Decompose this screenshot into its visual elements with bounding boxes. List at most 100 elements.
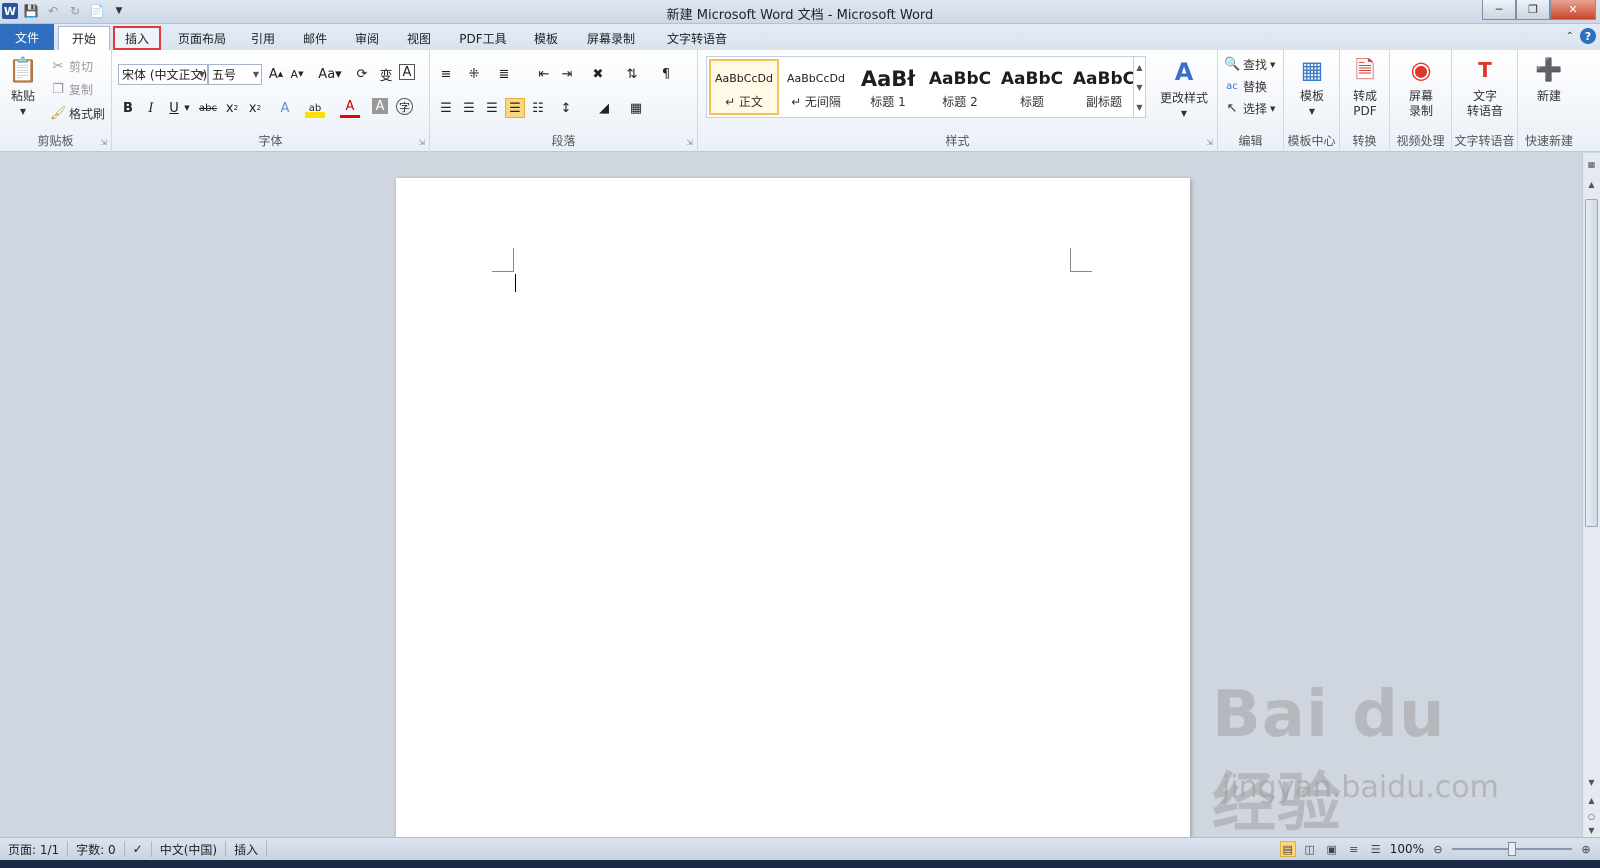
show-marks-icon[interactable]: ¶ bbox=[656, 64, 676, 84]
style-heading-2[interactable]: AaBbC 标题 2 bbox=[925, 59, 995, 115]
minimize-button[interactable]: ─ bbox=[1482, 0, 1516, 20]
previous-page-icon[interactable]: ▲ bbox=[1585, 793, 1598, 807]
tab-pdf-tools[interactable]: PDF工具 bbox=[452, 26, 514, 50]
multilevel-list-icon[interactable]: ≣ bbox=[494, 64, 514, 84]
vertical-scrollbar[interactable]: ▦ ▲ ▼ ▲ ○ ▼ bbox=[1582, 153, 1600, 837]
style-heading-1[interactable]: AaBł 标题 1 bbox=[853, 59, 923, 115]
tab-mailings[interactable]: 邮件 bbox=[294, 26, 336, 50]
select-button[interactable]: ↖ 选择 ▼ bbox=[1224, 100, 1276, 117]
zoom-slider[interactable] bbox=[1452, 842, 1572, 856]
tab-file[interactable]: 文件 bbox=[0, 24, 54, 50]
style-normal[interactable]: AaBbCcDd ↵ 正文 bbox=[709, 59, 779, 115]
tab-page-layout[interactable]: 页面布局 bbox=[170, 26, 234, 50]
line-spacing-icon[interactable]: ↕ bbox=[556, 98, 576, 118]
zoom-slider-handle[interactable] bbox=[1508, 842, 1516, 856]
tab-view[interactable]: 视图 bbox=[398, 26, 440, 50]
shading-icon[interactable]: ◢ bbox=[594, 98, 614, 118]
sort-icon[interactable]: ⇅ bbox=[622, 64, 642, 84]
clear-formatting-icon[interactable]: ⟳ bbox=[352, 64, 372, 84]
justify-icon[interactable]: ☰ bbox=[505, 98, 525, 118]
bold-icon[interactable]: B bbox=[118, 98, 138, 118]
page-count[interactable]: 页面: 1/1 bbox=[0, 841, 69, 857]
text-effects-icon[interactable]: A bbox=[275, 98, 295, 118]
font-name-combo[interactable]: 宋体 (中文正文) ▼ bbox=[118, 64, 208, 85]
copy-button[interactable]: ❐ 复制 bbox=[50, 81, 93, 98]
insert-mode[interactable]: 插入 bbox=[226, 841, 268, 857]
bullets-icon[interactable]: ≡ bbox=[436, 64, 456, 84]
change-case-icon[interactable]: Aa▾ bbox=[317, 64, 343, 84]
decrease-indent-icon[interactable]: ⇤ bbox=[534, 64, 554, 84]
maximize-button[interactable]: ❐ bbox=[1516, 0, 1550, 20]
styles-scroll[interactable]: ▲ ▼ ▼ bbox=[1133, 57, 1145, 117]
draft-view-icon[interactable]: ☰ bbox=[1368, 841, 1384, 857]
paste-button[interactable]: 📋 粘贴 ▼ bbox=[6, 54, 40, 119]
borders-icon[interactable]: ▦ bbox=[626, 98, 646, 118]
font-color-icon[interactable]: A bbox=[340, 98, 360, 118]
dialog-launcher-icon[interactable]: ⇲ bbox=[100, 138, 107, 147]
style-no-spacing[interactable]: AaBbCcDd ↵ 无间隔 bbox=[781, 59, 851, 115]
cut-button[interactable]: ✂ 剪切 bbox=[50, 58, 93, 75]
numbering-icon[interactable]: ⁜ bbox=[464, 64, 484, 84]
subscript-icon[interactable]: x2 bbox=[222, 98, 242, 118]
next-page-icon[interactable]: ▼ bbox=[1585, 823, 1598, 837]
minimize-ribbon-icon[interactable]: ⌃ bbox=[1566, 31, 1574, 42]
tab-templates[interactable]: 模板 bbox=[524, 26, 568, 50]
browse-object-icon[interactable]: ○ bbox=[1585, 809, 1598, 823]
align-center-icon[interactable]: ☰ bbox=[459, 98, 479, 118]
font-size-combo[interactable]: 五号 ▼ bbox=[208, 64, 262, 85]
close-button[interactable]: ✕ bbox=[1550, 0, 1596, 20]
proofing-icon[interactable]: ✓ bbox=[125, 841, 152, 857]
increase-indent-icon[interactable]: ⇥ bbox=[557, 64, 577, 84]
new-document-button[interactable]: ➕ 新建 bbox=[1531, 54, 1567, 104]
convert-pdf-button[interactable]: 🗎 转成 PDF bbox=[1347, 54, 1383, 119]
text-to-speech-button[interactable]: T 文字 转语音 bbox=[1463, 54, 1507, 119]
outline-view-icon[interactable]: ≡ bbox=[1346, 841, 1362, 857]
strikethrough-icon[interactable]: abc bbox=[196, 98, 220, 118]
distributed-icon[interactable]: ☷ bbox=[528, 98, 548, 118]
tab-review[interactable]: 审阅 bbox=[346, 26, 388, 50]
more-icon[interactable]: ▼ bbox=[1136, 103, 1142, 112]
tab-home[interactable]: 开始 bbox=[58, 26, 110, 50]
chevron-down-icon[interactable]: ▼ bbox=[182, 98, 192, 118]
dialog-launcher-icon[interactable]: ⇲ bbox=[686, 138, 693, 147]
character-border-icon[interactable]: A bbox=[399, 64, 415, 80]
style-subtitle[interactable]: AaBbC 副标题 bbox=[1069, 59, 1139, 115]
zoom-level[interactable]: 100% bbox=[1390, 842, 1424, 856]
phonetic-guide-icon[interactable]: 变 bbox=[376, 64, 396, 84]
grow-font-icon[interactable]: A ▲ bbox=[266, 64, 286, 84]
language-indicator[interactable]: 中文(中国) bbox=[152, 841, 227, 857]
help-icon[interactable]: ? bbox=[1580, 28, 1596, 44]
screen-record-button[interactable]: ◉ 屏幕 录制 bbox=[1403, 54, 1439, 119]
underline-icon[interactable]: U bbox=[164, 98, 184, 118]
chinese-layout-icon[interactable]: ✖ bbox=[588, 64, 608, 84]
zoom-out-icon[interactable]: ⊖ bbox=[1430, 841, 1446, 857]
tab-references[interactable]: 引用 bbox=[242, 26, 284, 50]
align-left-icon[interactable]: ☰ bbox=[436, 98, 456, 118]
scroll-up-icon[interactable]: ▲ bbox=[1585, 177, 1598, 191]
reading-mode-icon[interactable]: ◫ bbox=[1302, 841, 1318, 857]
tab-screen-record[interactable]: 屏幕录制 bbox=[578, 26, 644, 50]
chevron-up-icon[interactable]: ▲ bbox=[1136, 63, 1142, 72]
scroll-thumb[interactable] bbox=[1585, 199, 1598, 527]
chevron-down-icon[interactable]: ▼ bbox=[1136, 83, 1142, 92]
template-button[interactable]: ▦ 模板 ▼ bbox=[1294, 54, 1330, 119]
character-shading-icon[interactable]: A bbox=[372, 98, 388, 114]
dialog-launcher-icon[interactable]: ⇲ bbox=[1206, 138, 1213, 147]
dialog-launcher-icon[interactable]: ⇲ bbox=[418, 138, 425, 147]
format-painter-button[interactable]: 🖌 格式刷 bbox=[50, 105, 105, 122]
tab-insert[interactable]: 插入 bbox=[113, 26, 161, 50]
italic-icon[interactable]: I bbox=[141, 98, 161, 118]
change-styles-button[interactable]: A 更改样式 ▼ bbox=[1156, 56, 1212, 121]
align-right-icon[interactable]: ☰ bbox=[482, 98, 502, 118]
find-button[interactable]: 🔍 查找 ▼ bbox=[1224, 56, 1275, 73]
tab-text-to-speech[interactable]: 文字转语音 bbox=[656, 26, 738, 50]
scroll-down-icon[interactable]: ▼ bbox=[1585, 775, 1598, 789]
enclose-characters-icon[interactable]: 字 bbox=[396, 98, 413, 115]
word-count[interactable]: 字数: 0 bbox=[68, 841, 125, 857]
document-page[interactable] bbox=[396, 178, 1190, 837]
replace-button[interactable]: ac 替换 bbox=[1224, 78, 1267, 95]
web-layout-icon[interactable]: ▣ bbox=[1324, 841, 1340, 857]
highlight-icon[interactable]: ab bbox=[305, 98, 325, 118]
style-title[interactable]: AaBbC 标题 bbox=[997, 59, 1067, 115]
shrink-font-icon[interactable]: A ▼ bbox=[287, 64, 307, 84]
